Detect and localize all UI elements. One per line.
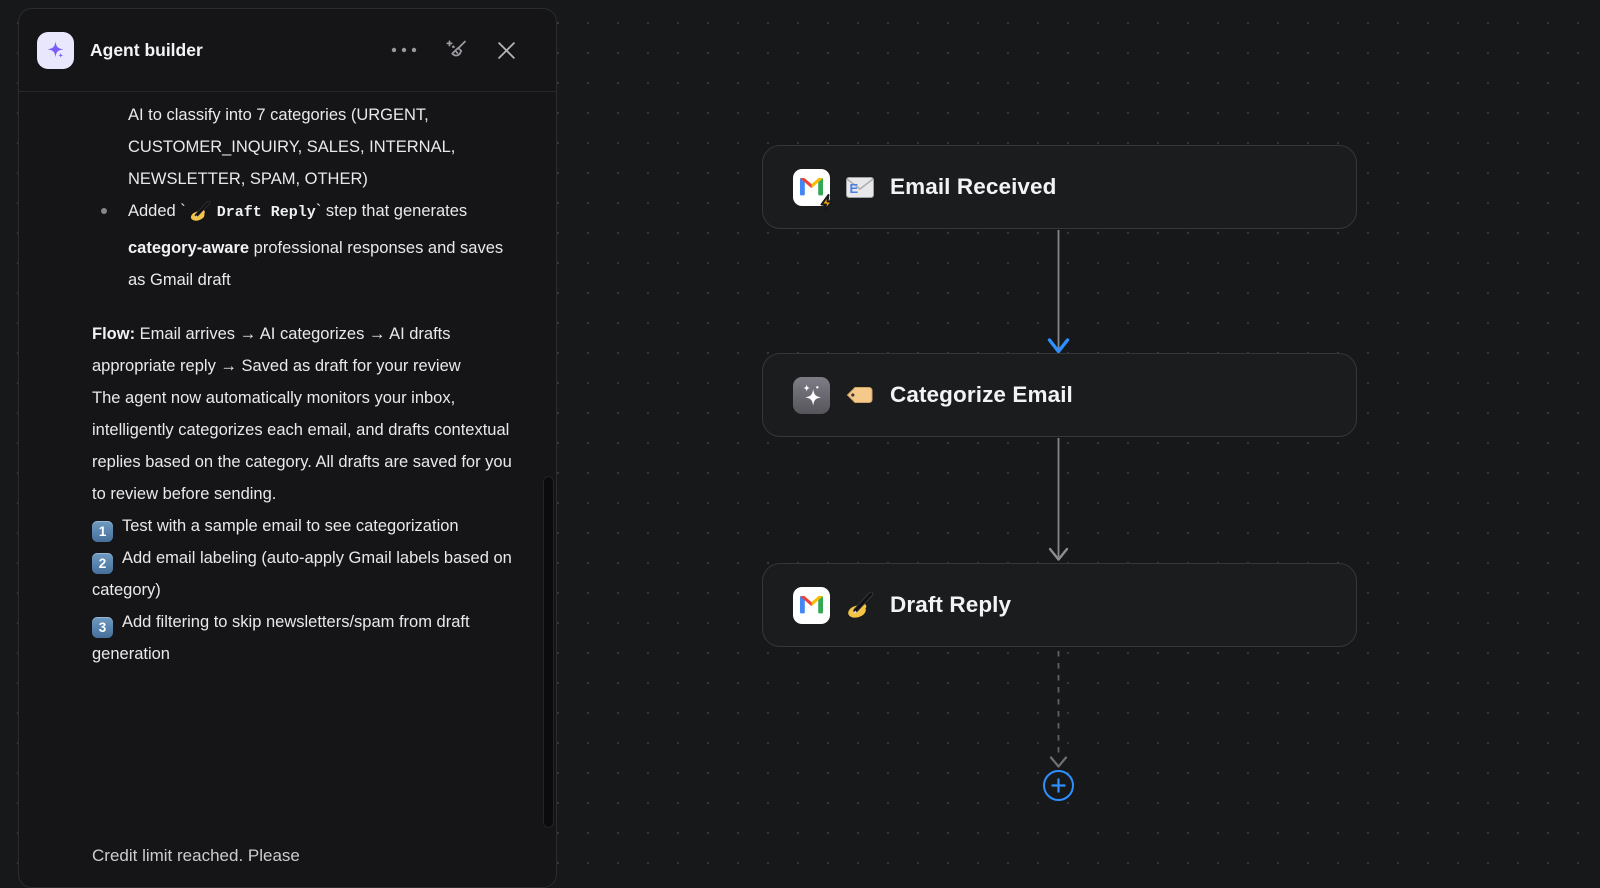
flow-summary-paragraph: Flow: Email arrives → AI categorizes → A… [92,318,514,382]
close-panel-button[interactable] [497,41,516,60]
panel-title: Agent builder [90,40,203,61]
lightning-trigger-badge-icon [818,194,836,212]
list-item-categories: AI to classify into 7 categories (URGENT… [128,99,514,195]
plus-icon [1051,778,1066,793]
workflow-node-email-received[interactable]: E Email Received [762,145,1357,229]
node-title: Draft Reply [890,592,1011,618]
broom-sparkle-icon [444,37,470,63]
agent-builder-panel: Agent builder [18,8,557,888]
next-step-3: 3Add filtering to skip newsletters/spam … [92,606,514,670]
keycap-2-icon: 2 [92,553,113,574]
label-tag-emoji-icon [846,385,874,405]
keycap-1-icon: 1 [92,521,113,542]
clear-chat-button[interactable] [444,37,470,63]
next-step-1: 1Test with a sample email to see categor… [92,510,514,542]
agent-builder-logo-icon [37,32,74,69]
agent-summary-paragraph: The agent now automatically monitors you… [92,382,514,510]
more-options-button[interactable] [391,47,417,53]
node-title: Email Received [890,174,1057,200]
list-item-draft-reply-step: Added ` Draft Reply` step that generates… [128,195,514,296]
gmail-logo-icon [800,596,823,614]
email-emoji-icon: E [846,177,874,198]
inline-code: Draft Reply [217,204,316,221]
gmail-trigger-icon [793,169,830,206]
workflow-node-draft-reply[interactable]: Draft Reply [762,563,1357,647]
svg-text:E: E [850,181,859,196]
ai-sparkle-icon [793,377,830,414]
chat-transcript: AI to classify into 7 categories (URGENT… [19,92,556,670]
ellipsis-icon [391,47,417,53]
writing-hand-emoji-icon [846,592,874,618]
credit-limit-notice: Credit limit reached. Please [92,846,300,866]
add-step-button[interactable] [1043,770,1074,801]
node-title: Categorize Email [890,382,1073,408]
workflow-node-categorize-email[interactable]: Categorize Email [762,353,1357,437]
close-x-icon [497,41,516,60]
panel-header: Agent builder [19,9,556,92]
scrollbar-thumb[interactable] [543,476,554,828]
bullet-dot [101,208,107,214]
writing-hand-emoji-icon [189,200,211,232]
gmail-icon [793,587,830,624]
keycap-3-icon: 3 [92,617,113,638]
next-step-2: 2Add email labeling (auto-apply Gmail la… [92,542,514,606]
